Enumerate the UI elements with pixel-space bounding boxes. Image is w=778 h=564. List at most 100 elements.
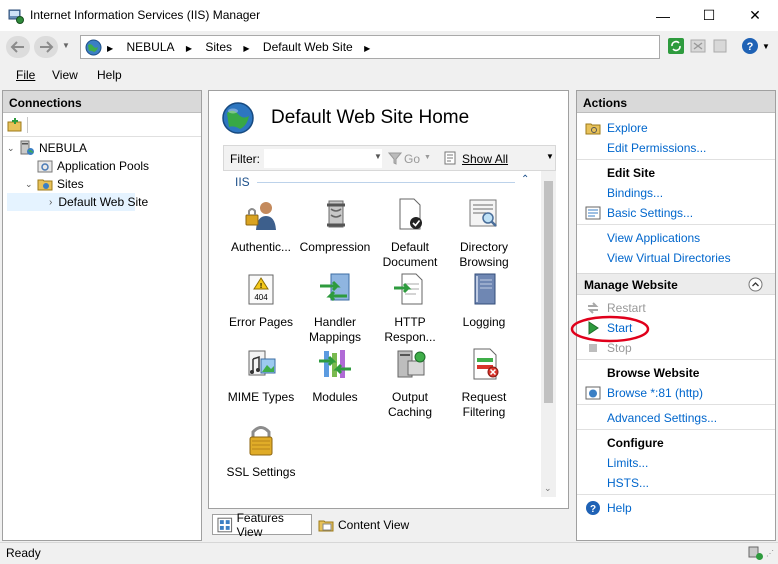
configure-heading: Configure <box>607 436 664 450</box>
compression-icon <box>327 200 345 228</box>
feature-logging[interactable]: Logging <box>446 272 522 330</box>
bindings-link[interactable]: Bindings... <box>607 186 663 200</box>
edit-permissions-link[interactable]: Edit Permissions... <box>607 141 706 155</box>
actions-header: Actions <box>577 91 775 113</box>
go-dropdown-icon[interactable]: ▼ <box>424 154 431 161</box>
address-bar[interactable]: ▶ NEBULA ▶ Sites ▶ Default Web Site ▶ <box>80 35 660 59</box>
connections-header: Connections <box>3 91 201 113</box>
mime-types-icon <box>248 350 276 376</box>
feature-output-caching[interactable]: Output Caching <box>372 347 448 420</box>
breadcrumb: ▶ NEBULA ▶ Sites ▶ Default Web Site ▶ <box>107 40 380 54</box>
action-help[interactable]: ? Help <box>585 499 632 517</box>
window-title: Internet Information Services (IIS) Mana… <box>30 8 261 22</box>
feature-mime-types[interactable]: MIME Types <box>223 347 299 405</box>
collapse-section-icon[interactable] <box>748 277 763 292</box>
action-bindings[interactable]: Bindings... <box>585 184 663 202</box>
limits-link[interactable]: Limits... <box>607 456 648 470</box>
feature-directory-browsing[interactable]: Directory Browsing <box>446 197 522 270</box>
help-dropdown-icon[interactable]: ▼ <box>762 42 770 51</box>
browse-website-heading: Browse Website <box>607 366 700 380</box>
scrollbar-thumb[interactable] <box>544 181 553 403</box>
filter-input[interactable] <box>264 149 382 168</box>
tab-content-view[interactable]: Content View <box>314 514 414 535</box>
browse-81-link[interactable]: Browse *:81 (http) <box>607 386 703 400</box>
status-bar: Ready ⋰ <box>0 542 778 564</box>
tree-item-default-web-site[interactable]: › Default Web Site <box>7 193 148 211</box>
breadcrumb-nebula[interactable]: NEBULA <box>127 40 175 54</box>
tab-features-view[interactable]: Features View <box>212 511 312 539</box>
action-basic-settings[interactable]: Basic Settings... <box>585 204 693 222</box>
breadcrumb-separator-icon[interactable]: ▶ <box>186 44 192 53</box>
breadcrumb-default-web-site[interactable]: Default Web Site <box>263 40 353 54</box>
tree-item-nebula[interactable]: ⌄ NEBULA <box>7 139 197 157</box>
action-view-applications[interactable]: View Applications <box>585 229 700 247</box>
feature-label: Handler Mappings <box>308 315 362 344</box>
scroll-down-icon[interactable]: ⌄ <box>544 483 552 494</box>
show-all-button[interactable]: Show All <box>462 152 508 166</box>
filter-bar-overflow-icon[interactable]: ▼ <box>546 152 554 161</box>
feature-handler-mappings[interactable]: Handler Mappings <box>297 272 373 345</box>
features-scrollbar[interactable]: ⌄ <box>541 171 556 497</box>
view-virtual-directories-link[interactable]: View Virtual Directories <box>607 251 731 265</box>
refresh-icon[interactable] <box>667 37 685 55</box>
home-icon[interactable] <box>711 37 729 55</box>
minimize-button[interactable]: — <box>640 0 686 31</box>
action-limits[interactable]: Limits... <box>585 454 648 472</box>
action-advanced-settings[interactable]: Advanced Settings... <box>585 409 717 427</box>
menu-help[interactable]: Help <box>97 68 122 82</box>
explore-link[interactable]: Explore <box>607 121 648 135</box>
view-applications-link[interactable]: View Applications <box>607 231 700 245</box>
modules-icon <box>319 350 351 378</box>
help-link[interactable]: Help <box>607 501 632 515</box>
tree-item-sites[interactable]: ⌄ Sites <box>7 175 197 193</box>
feature-modules[interactable]: Modules <box>297 347 373 405</box>
svg-text:?: ? <box>590 504 596 515</box>
go-filter-icon[interactable] <box>388 151 402 165</box>
action-edit-permissions[interactable]: Edit Permissions... <box>585 139 706 157</box>
close-button[interactable]: ✕ <box>732 0 778 31</box>
history-dropdown-icon[interactable]: ▼ <box>62 41 70 50</box>
tree-label-default-web-site: Default Web Site <box>58 195 149 209</box>
action-browse-81[interactable]: Browse *:81 (http) <box>585 384 703 402</box>
breadcrumb-sites[interactable]: Sites <box>205 40 232 54</box>
feature-error-pages[interactable]: ! 404 Error Pages <box>223 272 299 330</box>
resize-grip-icon[interactable]: ⋰ <box>766 549 774 558</box>
feature-request-filtering[interactable]: Request Filtering <box>446 347 522 420</box>
breadcrumb-separator-icon[interactable]: ▶ <box>243 44 249 53</box>
actions-divider <box>577 224 775 225</box>
collapse-chevron-icon[interactable]: ⌄ <box>7 143 19 154</box>
feature-authentication[interactable]: Authentic... <box>223 197 299 255</box>
hsts-link[interactable]: HSTS... <box>607 476 649 490</box>
back-button[interactable] <box>6 36 30 58</box>
expand-chevron-icon[interactable]: › <box>49 197 52 208</box>
forward-button[interactable] <box>34 36 58 58</box>
authentication-icon <box>245 202 276 230</box>
feature-default-document[interactable]: Default Document <box>372 197 448 270</box>
minimize-icon: — <box>656 7 670 24</box>
stop-loading-icon[interactable] <box>689 37 707 55</box>
breadcrumb-separator-icon[interactable]: ▶ <box>364 44 370 53</box>
feature-compression[interactable]: Compression <box>297 197 373 255</box>
menu-file[interactable]: File <box>16 68 35 82</box>
maximize-button[interactable]: ☐ <box>686 0 732 31</box>
feature-ssl-settings[interactable]: SSL Settings <box>223 422 299 480</box>
action-view-virtual-directories[interactable]: View Virtual Directories <box>585 249 731 267</box>
sites-folder-icon <box>37 179 53 191</box>
advanced-settings-link[interactable]: Advanced Settings... <box>607 411 717 425</box>
create-connection-icon[interactable] <box>7 117 23 133</box>
collapse-chevron-icon[interactable]: ⌄ <box>25 179 37 190</box>
connections-tree: ⌄ NEBULA Application Pools ⌄ Sites › Def… <box>7 139 197 211</box>
show-all-icon[interactable] <box>444 151 460 165</box>
tree-item-application-pools[interactable]: Application Pools <box>7 157 197 175</box>
filter-dropdown-icon[interactable]: ▼ <box>374 152 382 161</box>
action-explore[interactable]: Explore <box>585 119 648 137</box>
action-hsts[interactable]: HSTS... <box>585 474 649 492</box>
feature-http-response[interactable]: HTTP Respon... <box>372 272 448 345</box>
manage-website-section-header[interactable]: Manage Website <box>577 273 775 295</box>
server-icon <box>20 140 34 155</box>
go-button[interactable]: Go <box>404 152 420 166</box>
help-icon[interactable]: ? <box>741 37 759 55</box>
group-collapse-icon[interactable]: ⌃ <box>521 174 529 185</box>
menu-view[interactable]: View <box>52 68 78 82</box>
basic-settings-link[interactable]: Basic Settings... <box>607 206 693 220</box>
